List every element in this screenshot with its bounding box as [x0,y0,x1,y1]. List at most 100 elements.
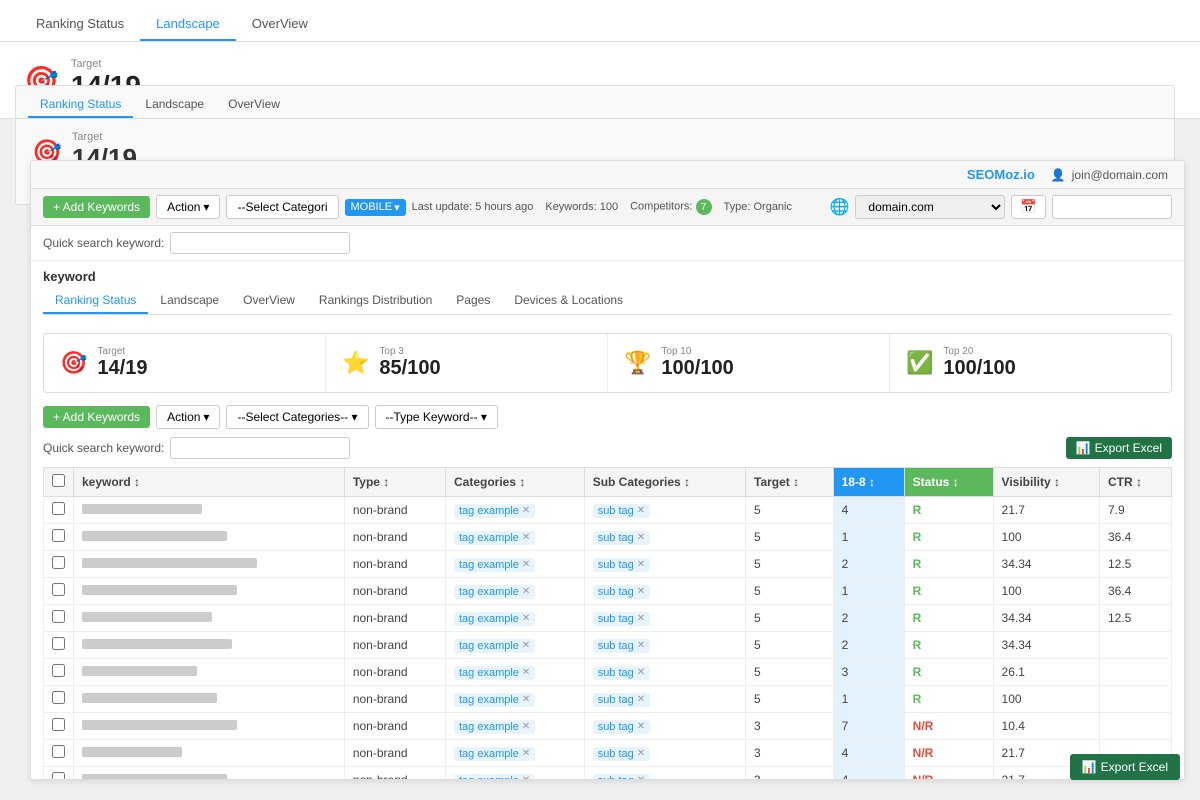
row-type: non-brand [344,497,445,524]
inner-tab-pages[interactable]: Pages [444,288,502,314]
inner-tab-ranking[interactable]: Ranking Status [43,288,148,314]
row-checkbox[interactable] [52,502,65,515]
tag-remove-icon[interactable]: ✕ [522,748,530,759]
row-keyword [74,551,345,578]
col-ctr[interactable]: CTR ↕ [1100,468,1172,497]
row-checkbox[interactable] [52,718,65,731]
tab-landscape[interactable]: Landscape [140,8,236,41]
tag-remove-icon[interactable]: ✕ [522,667,530,678]
row-checkbox[interactable] [52,691,65,704]
back-tab-landscape[interactable]: Landscape [133,92,216,118]
row-checkbox[interactable] [52,664,65,677]
sub-tag-remove-icon[interactable]: ✕ [637,694,645,705]
row-target: 5 [746,605,834,632]
col-type[interactable]: Type ↕ [344,468,445,497]
row-type: non-brand [344,713,445,740]
table-row: non-brand tag example ✕ sub tag ✕ 5 2 R … [44,605,1172,632]
row-category: tag example ✕ [445,740,584,767]
select-categories-2[interactable]: --Select Categories-- ▾ [226,405,368,429]
quick-search-input[interactable] [170,232,350,254]
row-category: tag example ✕ [445,497,584,524]
tag-remove-icon[interactable]: ✕ [522,640,530,651]
sub-tag-remove-icon[interactable]: ✕ [637,748,645,759]
type-keyword-button[interactable]: --Type Keyword-- ▾ [375,405,498,429]
col-sub-categories[interactable]: Sub Categories ↕ [584,468,745,497]
export-excel-button[interactable]: 📊 Export Excel [1066,437,1172,459]
inner-tab-rankings-dist[interactable]: Rankings Distribution [307,288,444,314]
action-button[interactable]: Action ▾ [156,195,220,219]
right-search-bar[interactable] [1052,195,1172,219]
row-keyword [74,632,345,659]
col-categories[interactable]: Categories ↕ [445,468,584,497]
status-badge: R [913,692,922,706]
col-target[interactable]: Target ↕ [746,468,834,497]
col-rank[interactable]: 18-8 ↕ [833,468,904,497]
domain-select[interactable]: domain.com [855,195,1005,219]
add-keywords-button[interactable]: + Add Keywords [43,196,150,218]
table-wrapper[interactable]: keyword ↕ Type ↕ Categories ↕ Sub Catego… [43,467,1172,780]
select-all-checkbox[interactable] [52,474,65,487]
mobile-label: MOBILE [351,201,393,213]
row-checkbox[interactable] [52,772,65,780]
category-tag: tag example ✕ [454,720,535,734]
row-target: 5 [746,659,834,686]
status-badge: N/R [913,746,934,760]
tag-remove-icon[interactable]: ✕ [522,721,530,732]
metric-top10-value: 100/100 [661,357,733,380]
tag-remove-icon[interactable]: ✕ [522,694,530,705]
row-type: non-brand [344,686,445,713]
row-checkbox[interactable] [52,556,65,569]
back-tab-overview[interactable]: OverView [216,92,292,118]
table-row: non-brand tag example ✕ sub tag ✕ 3 4 N/… [44,740,1172,767]
row-checkbox[interactable] [52,583,65,596]
tag-remove-icon[interactable]: ✕ [522,586,530,597]
metrics-row: 🎯 Target 14/19 ⭐ Top 3 85/100 🏆 [43,333,1172,393]
sub-tag-remove-icon[interactable]: ✕ [637,775,645,780]
back-tab-ranking[interactable]: Ranking Status [28,92,133,118]
sub-tag-remove-icon[interactable]: ✕ [637,532,645,543]
tag-remove-icon[interactable]: ✕ [522,613,530,624]
mobile-badge[interactable]: MOBILE ▾ [345,199,406,216]
row-checkbox[interactable] [52,529,65,542]
add-keywords-button-2[interactable]: + Add Keywords [43,406,150,428]
quick-search-bar: Quick search keyword: [31,226,1184,261]
row-sub-category: sub tag ✕ [584,497,745,524]
row-checkbox[interactable] [52,637,65,650]
col-status[interactable]: Status ↕ [904,468,993,497]
inner-tab-landscape[interactable]: Landscape [148,288,231,314]
tag-remove-icon[interactable]: ✕ [522,505,530,516]
sub-tag-remove-icon[interactable]: ✕ [637,559,645,570]
inner-tab-devices[interactable]: Devices & Locations [502,288,635,314]
col-visibility[interactable]: Visibility ↕ [993,468,1099,497]
row-rank: 2 [833,632,904,659]
sub-tag-remove-icon[interactable]: ✕ [637,613,645,624]
metric-target-icon: 🎯 [60,350,87,376]
sub-tag-remove-icon[interactable]: ✕ [637,640,645,651]
tab-ranking-status[interactable]: Ranking Status [20,8,140,41]
calendar-button[interactable]: 📅 [1011,195,1046,219]
metric-top20-value: 100/100 [943,357,1015,380]
row-ctr [1100,659,1172,686]
sub-tag-remove-icon[interactable]: ✕ [637,505,645,516]
col-keyword[interactable]: keyword ↕ [74,468,345,497]
sub-tag-remove-icon[interactable]: ✕ [637,586,645,597]
sub-tag-remove-icon[interactable]: ✕ [637,721,645,732]
inner-tab-overview[interactable]: OverView [231,288,307,314]
tag-remove-icon[interactable]: ✕ [522,532,530,543]
row-checkbox[interactable] [52,610,65,623]
tag-remove-icon[interactable]: ✕ [522,775,530,780]
keyword-bar [82,558,257,568]
keyword-bar [82,774,227,780]
quick-search-input-2[interactable] [170,437,350,459]
row-checkbox[interactable] [52,745,65,758]
tag-remove-icon[interactable]: ✕ [522,559,530,570]
row-target: 3 [746,740,834,767]
row-rank: 2 [833,551,904,578]
select-categories-button[interactable]: --Select Categori [226,195,338,219]
col-checkbox[interactable] [44,468,74,497]
sub-tag-remove-icon[interactable]: ✕ [637,667,645,678]
bottom-export-button[interactable]: 📊 Export Excel [1070,754,1180,780]
action-button-2[interactable]: Action ▾ [156,405,220,429]
status-badge: R [913,584,922,598]
tab-overview[interactable]: OverView [236,8,324,41]
